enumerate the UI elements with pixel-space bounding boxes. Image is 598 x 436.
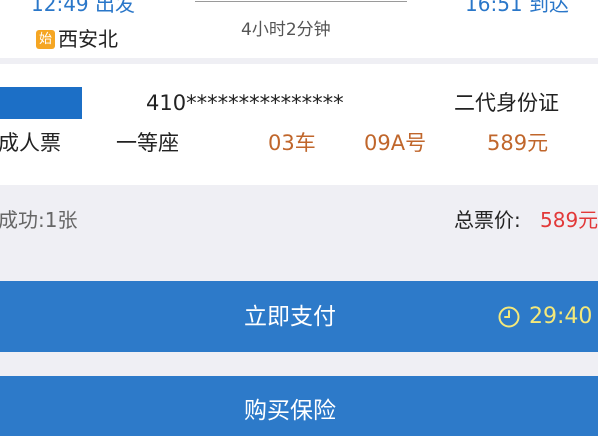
ticket-price: 589元 xyxy=(487,131,549,155)
ticket-type: 成人票 xyxy=(0,131,61,155)
trip-info-card: 12:49 出发 4小时2分钟 16:51 到达 始 西安北 xyxy=(0,0,598,58)
total-price-label: 总票价: xyxy=(454,208,521,232)
start-station-badge-icon: 始 xyxy=(36,30,55,49)
passenger-id-type: 二代身份证 xyxy=(454,91,559,115)
buy-insurance-label: 购买保险 xyxy=(244,398,336,424)
order-summary: 成功:1张 总票价: 589元 xyxy=(0,187,598,275)
seat-number: 09A号 xyxy=(364,131,427,155)
departure-station: 西安北 xyxy=(58,27,118,51)
seat-class: 一等座 xyxy=(116,131,179,155)
passenger-card: 410*************** 二代身份证 成人票 一等座 03车 09A… xyxy=(0,64,598,185)
payment-countdown: 29:40 xyxy=(529,304,593,329)
success-count: 成功:1张 xyxy=(0,208,78,232)
clock-icon xyxy=(498,306,520,328)
buy-insurance-button[interactable]: 购买保险 xyxy=(0,376,598,436)
pay-now-button[interactable]: 立即支付 29:40 xyxy=(0,281,598,352)
total-price-value: 589元 xyxy=(540,208,598,232)
passenger-name-redacted xyxy=(0,87,82,119)
pay-now-label: 立即支付 xyxy=(244,304,336,330)
trip-duration: 4小时2分钟 xyxy=(241,20,331,40)
departure-time: 12:49 出发 xyxy=(31,0,135,16)
arrival-time: 16:51 到达 xyxy=(465,0,569,16)
passenger-id-number: 410*************** xyxy=(146,91,344,115)
car-number: 03车 xyxy=(268,131,316,155)
trip-arrow xyxy=(195,1,407,2)
